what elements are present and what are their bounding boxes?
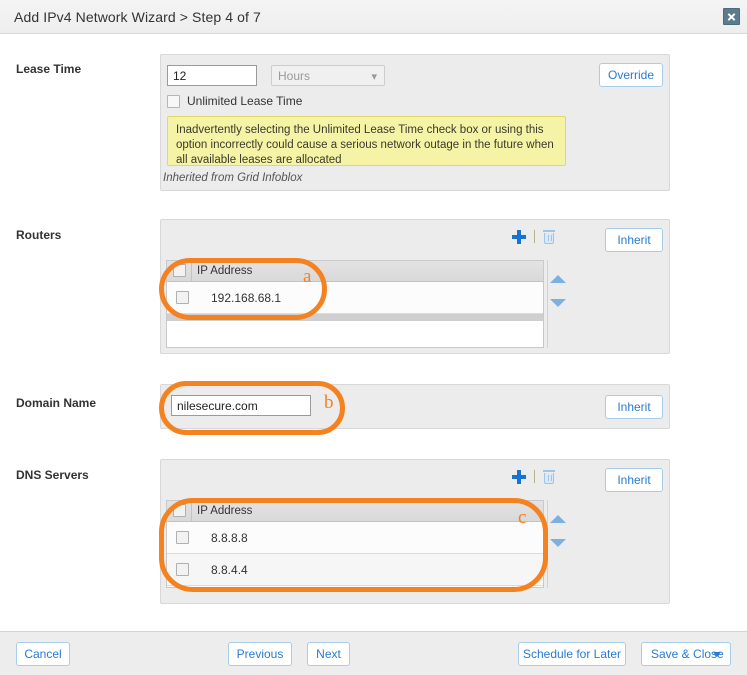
dns-add-icon[interactable] xyxy=(512,470,526,484)
unlimited-lease-time-label: Unlimited Lease Time xyxy=(187,94,303,108)
domain-name-input[interactable] xyxy=(171,395,311,416)
dns-grid-header: IP Address xyxy=(167,501,543,522)
lease-time-warning: Inadvertently selecting the Unlimited Le… xyxy=(167,116,566,166)
lease-time-unit-select[interactable]: Hours ▾ xyxy=(271,65,385,86)
dns-inherit-button[interactable]: Inherit xyxy=(605,468,663,492)
table-row[interactable]: 8.8.8.8 xyxy=(167,522,543,554)
routers-column-ip-address: IP Address xyxy=(197,265,253,277)
domain-name-panel: Inherit xyxy=(160,384,670,429)
wizard-dialog: Add IPv4 Network Wizard > Step 4 of 7 ? … xyxy=(0,0,747,675)
dns-servers-panel: Inherit IP Address 8.8.8.8 8.8.4.4 xyxy=(160,459,670,604)
routers-toolbar-separator xyxy=(534,230,535,243)
dns-servers-label: DNS Servers xyxy=(16,468,89,482)
form-body: Lease Time Hours ▾ Unlimited Lease Time … xyxy=(0,34,747,631)
routers-grid-scroll-footer[interactable] xyxy=(167,314,543,321)
page-title: Add IPv4 Network Wizard > Step 4 of 7 xyxy=(14,9,261,25)
override-button[interactable]: Override xyxy=(599,63,663,87)
routers-label: Routers xyxy=(16,228,62,242)
dns-row-checkbox[interactable] xyxy=(176,563,189,576)
routers-delete-icon[interactable] xyxy=(543,230,555,244)
unlimited-lease-time-checkbox[interactable] xyxy=(167,95,180,108)
routers-inherit-button[interactable]: Inherit xyxy=(605,228,663,252)
chevron-down-icon: ▾ xyxy=(371,71,377,83)
dns-grid-divider xyxy=(547,500,548,588)
previous-button[interactable]: Previous xyxy=(228,642,292,666)
dns-row-ip: 8.8.8.8 xyxy=(211,531,248,545)
routers-move-up-icon[interactable] xyxy=(550,275,566,283)
chevron-down-icon[interactable] xyxy=(713,652,721,657)
next-button[interactable]: Next xyxy=(307,642,350,666)
routers-grid-header: IP Address xyxy=(167,261,543,282)
dns-move-up-icon[interactable] xyxy=(550,515,566,523)
save-and-close-button[interactable]: Save & Close xyxy=(641,642,731,666)
dns-row-checkbox[interactable] xyxy=(176,531,189,544)
dns-grid: IP Address 8.8.8.8 8.8.4.4 xyxy=(166,500,544,588)
schedule-for-later-button[interactable]: Schedule for Later xyxy=(518,642,626,666)
lease-time-label: Lease Time xyxy=(16,62,82,76)
routers-sorter xyxy=(550,275,566,315)
table-row[interactable]: 8.8.4.4 xyxy=(167,554,543,586)
lease-time-unit-value: Hours xyxy=(278,69,311,83)
lease-time-input[interactable] xyxy=(167,65,257,86)
routers-row-ip: 192.168.68.1 xyxy=(211,291,282,305)
routers-row-checkbox[interactable] xyxy=(176,291,189,304)
table-row[interactable]: 192.168.68.1 xyxy=(167,282,543,314)
routers-add-icon[interactable] xyxy=(512,230,526,244)
dialog-titlebar: Add IPv4 Network Wizard > Step 4 of 7 xyxy=(0,0,747,34)
dns-row-ip: 8.8.4.4 xyxy=(211,563,248,577)
routers-select-all-checkbox[interactable] xyxy=(173,264,186,277)
routers-move-down-icon[interactable] xyxy=(550,299,566,307)
lease-time-inherited-note: Inherited from Grid Infoblox xyxy=(163,172,303,184)
close-icon[interactable] xyxy=(723,8,740,25)
dns-column-ip-address: IP Address xyxy=(197,505,253,517)
lease-time-panel: Hours ▾ Unlimited Lease Time Inadvertent… xyxy=(160,54,670,191)
routers-grid: IP Address 192.168.68.1 xyxy=(166,260,544,348)
routers-panel: Inherit IP Address 192.168.68.1 xyxy=(160,219,670,354)
dns-delete-icon[interactable] xyxy=(543,470,555,484)
dns-sorter xyxy=(550,515,566,555)
dns-move-down-icon[interactable] xyxy=(550,539,566,547)
domain-name-label: Domain Name xyxy=(16,396,97,410)
routers-grid-divider xyxy=(547,260,548,348)
domain-name-inherit-button[interactable]: Inherit xyxy=(605,395,663,419)
dns-select-all-checkbox[interactable] xyxy=(173,504,186,517)
dialog-footer: Cancel Previous Next Schedule for Later … xyxy=(0,631,747,675)
cancel-button[interactable]: Cancel xyxy=(16,642,70,666)
dns-toolbar-separator xyxy=(534,470,535,483)
